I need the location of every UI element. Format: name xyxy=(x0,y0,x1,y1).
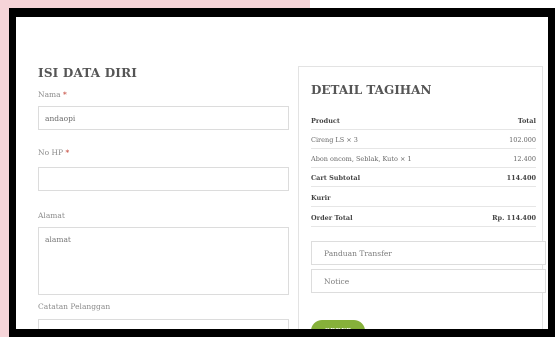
form-title: ISI DATA DIRI xyxy=(38,66,138,80)
order-total-label: Order Total xyxy=(311,214,353,222)
table-row: Cireng LS × 3 102.000 xyxy=(311,136,536,144)
kurir-label: Kurir xyxy=(311,194,331,202)
item-name: Abon oncom, Seblak, Kuto × 1 xyxy=(311,155,412,163)
checkout-screen: ISI DATA DIRI Nama * No HP * Alamat Cata… xyxy=(16,17,548,329)
item-total: 102.000 xyxy=(509,136,536,144)
billing-title: DETAIL TAGIHAN xyxy=(311,83,432,97)
divider xyxy=(311,167,536,168)
nohp-label: No HP * xyxy=(38,148,70,157)
order-total-value: Rp. 114.400 xyxy=(492,214,536,222)
table-row: Abon oncom, Seblak, Kuto × 1 12.400 xyxy=(311,155,536,163)
item-total: 12.400 xyxy=(513,155,536,163)
divider xyxy=(311,129,536,130)
billing-panel: DETAIL TAGIHAN Product Total Cireng LS ×… xyxy=(298,66,546,329)
divider xyxy=(311,206,536,207)
notice-label: Notice xyxy=(324,276,350,286)
personal-data-form: ISI DATA DIRI Nama * No HP * Alamat Cata… xyxy=(38,66,289,329)
alamat-textarea[interactable] xyxy=(38,227,289,295)
nama-input[interactable] xyxy=(38,106,289,130)
total-header: Total xyxy=(517,117,536,125)
notice-toggle[interactable]: Notice xyxy=(311,269,546,293)
nama-label: Nama * xyxy=(38,90,67,99)
subtotal-row: Cart Subtotal 114.400 xyxy=(311,174,536,182)
panduan-transfer-label: Panduan Transfer xyxy=(324,248,392,258)
order-total-row: Order Total Rp. 114.400 xyxy=(311,214,536,222)
divider xyxy=(311,186,536,187)
catatan-textarea[interactable] xyxy=(38,319,289,329)
divider xyxy=(311,226,536,227)
subtotal-value: 114.400 xyxy=(506,174,536,182)
order-button[interactable]: ORDER xyxy=(311,320,365,329)
catatan-label: Catatan Pelanggan xyxy=(38,302,111,311)
billing-header-row: Product Total xyxy=(311,117,536,125)
kurir-row: Kurir xyxy=(311,194,536,202)
subtotal-label: Cart Subtotal xyxy=(311,174,361,182)
panduan-transfer-toggle[interactable]: Panduan Transfer xyxy=(311,241,546,265)
alamat-label: Alamat xyxy=(38,211,65,220)
nohp-input[interactable] xyxy=(38,167,289,191)
required-marker: * xyxy=(63,90,67,99)
required-marker: * xyxy=(65,148,70,157)
product-header: Product xyxy=(311,117,340,125)
divider xyxy=(311,148,536,149)
item-name: Cireng LS × 3 xyxy=(311,136,358,144)
